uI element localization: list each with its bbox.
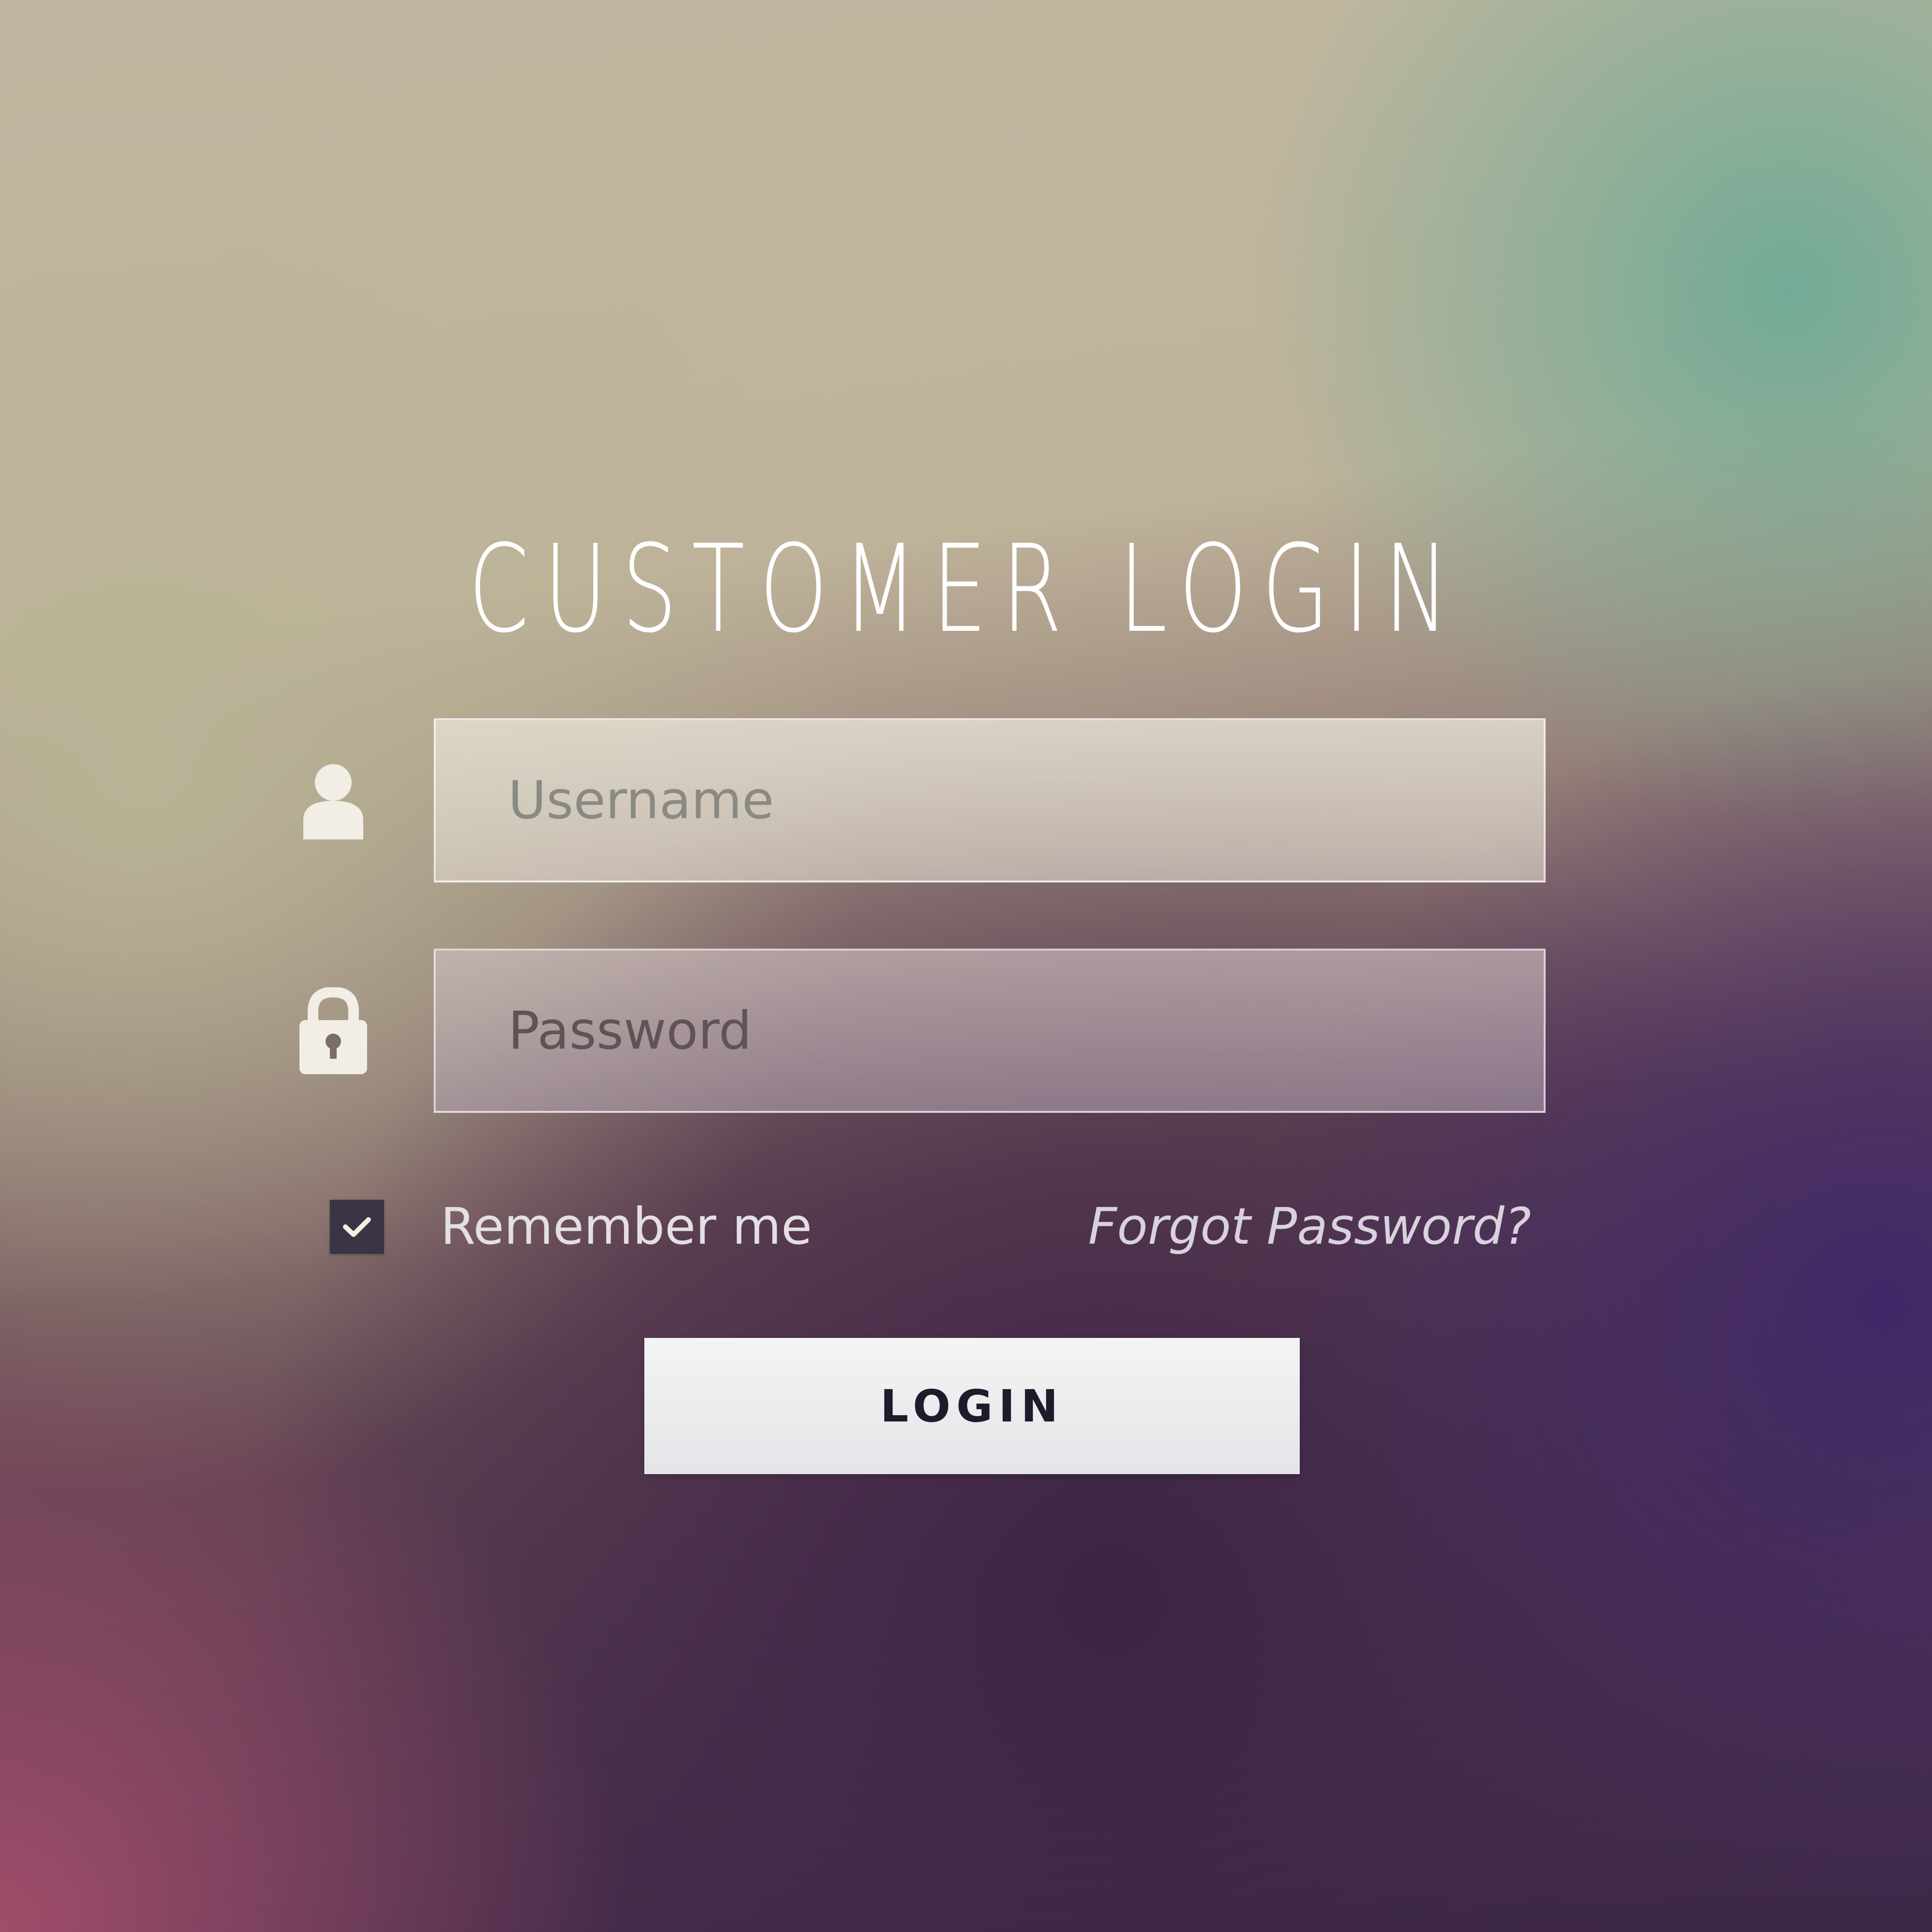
user-icon	[299, 762, 367, 839]
lock-icon	[299, 986, 367, 1074]
password-input[interactable]	[434, 949, 1546, 1113]
checkmark-icon	[343, 1217, 371, 1237]
username-input[interactable]	[434, 718, 1546, 882]
forgot-password-link[interactable]: Forgot Password?	[1088, 1195, 1531, 1258]
remember-me-checkbox[interactable]	[330, 1200, 384, 1254]
page-title: CUSTOMER LOGIN	[468, 519, 1464, 659]
remember-me-label[interactable]: Remember me	[440, 1195, 812, 1258]
login-button[interactable]: LOGIN	[644, 1338, 1300, 1474]
